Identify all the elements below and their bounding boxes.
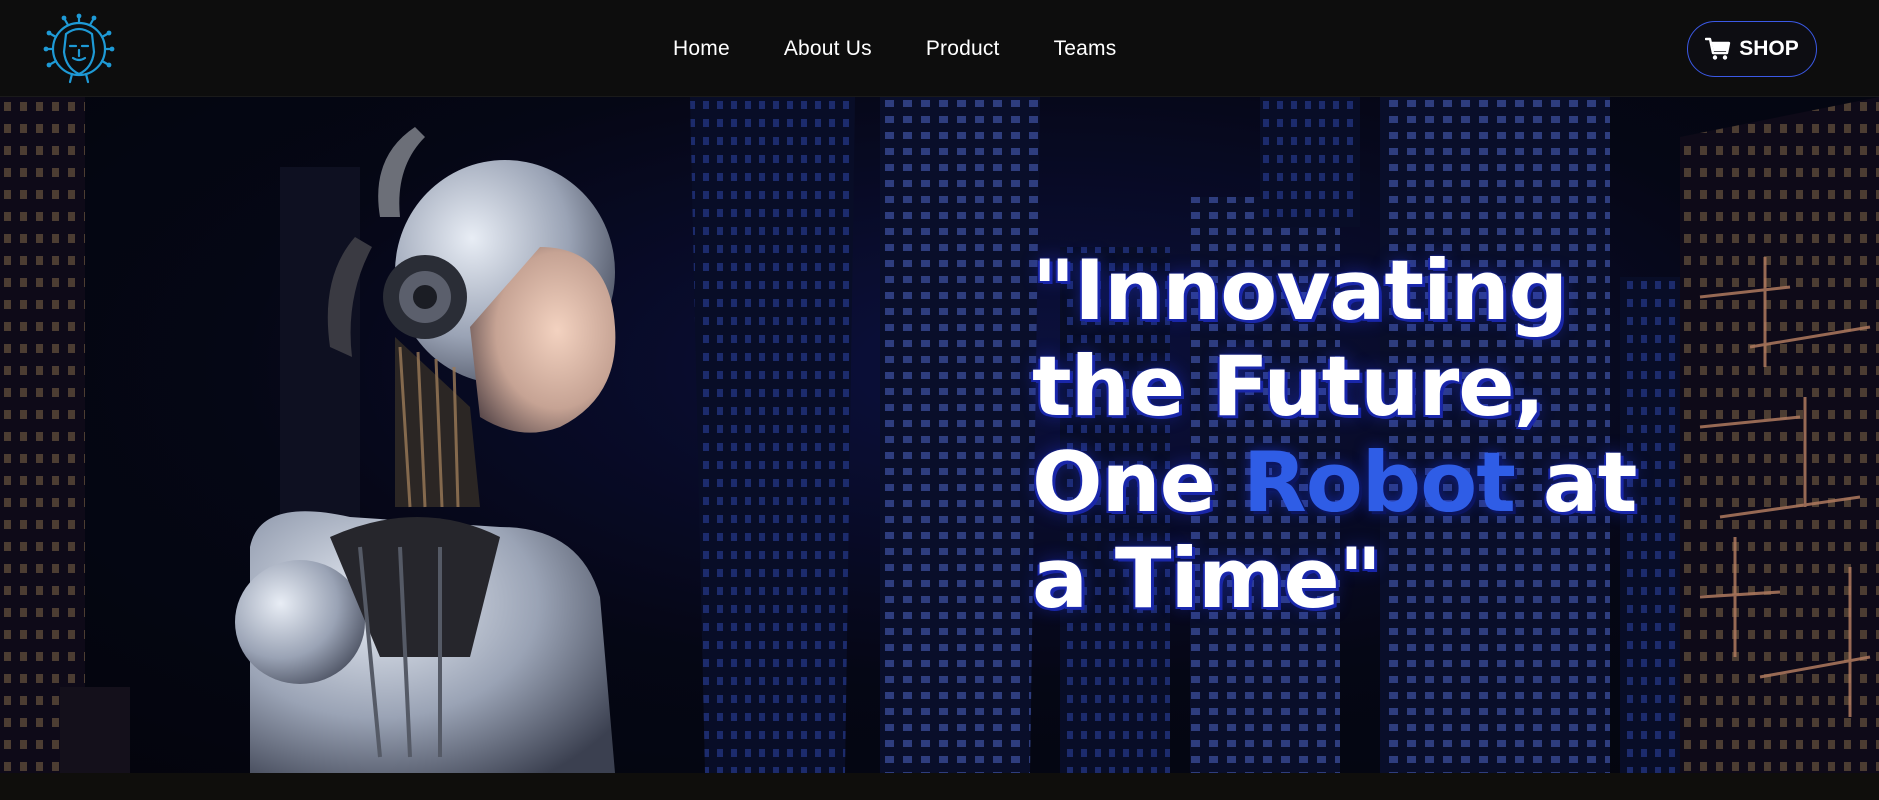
main-nav: Home About Us Product Teams xyxy=(673,0,1116,97)
hero-section: "Innovating the Future, One Robot at a T… xyxy=(0,97,1879,773)
robot-face-logo-icon[interactable] xyxy=(42,12,116,86)
nav-link-about-us[interactable]: About Us xyxy=(784,37,872,61)
hero-headline: "Innovating the Future, One Robot at a T… xyxy=(1032,243,1672,627)
nav-link-home[interactable]: Home xyxy=(673,37,730,61)
nav-link-product[interactable]: Product xyxy=(926,37,1000,61)
shop-button[interactable]: SHOP xyxy=(1687,21,1817,77)
nav-link-teams[interactable]: Teams xyxy=(1054,37,1117,61)
bottom-strip xyxy=(0,773,1879,800)
navbar: Home About Us Product Teams SHOP xyxy=(0,0,1879,97)
shopping-cart-icon xyxy=(1705,37,1731,60)
headline-accent-word: Robot xyxy=(1242,434,1516,531)
shop-button-label: SHOP xyxy=(1739,37,1799,60)
